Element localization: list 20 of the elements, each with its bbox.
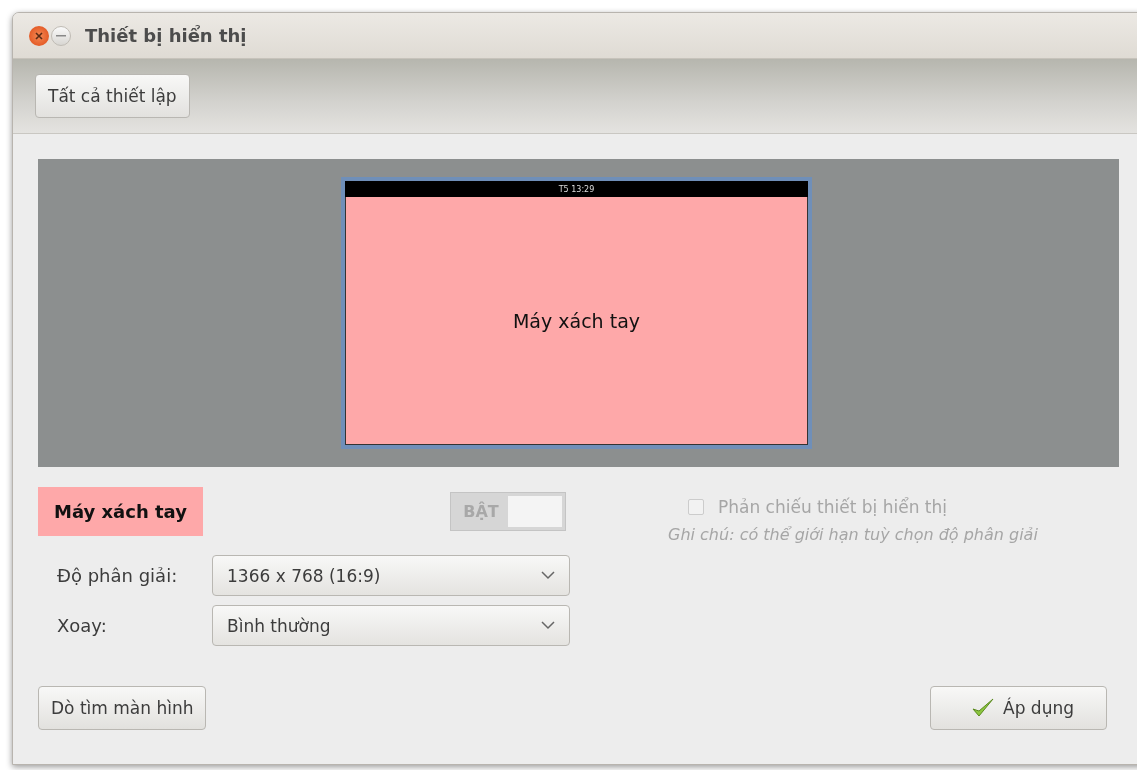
close-icon xyxy=(34,30,44,41)
detect-displays-button[interactable]: Dò tìm màn hình xyxy=(38,686,207,730)
minimize-icon xyxy=(56,34,66,37)
dropdown[interactable]: 1366 x 768 (16:9) xyxy=(212,555,570,596)
apply-button[interactable]: Áp dụng xyxy=(930,686,1107,730)
field-label: Xoay: xyxy=(56,615,108,636)
display-name: Máy xách tay xyxy=(38,487,203,536)
all-settings-button[interactable]: Tất cả thiết lập xyxy=(35,74,190,118)
mirror-label: Phản chiếu thiết bị hiển thị xyxy=(718,497,947,517)
chevron-down-icon xyxy=(541,571,555,580)
monitor-name: Máy xách tay xyxy=(512,309,641,332)
field-label: Độ phân giải: xyxy=(56,565,179,586)
panel-clock: T5 13:29 xyxy=(558,184,595,194)
close-button[interactable] xyxy=(29,25,49,46)
note-text: Ghi chú: có thể giới hạn tuỳ chọn độ phân giải xyxy=(668,525,1038,544)
dropdown[interactable]: Bình thường xyxy=(212,605,570,646)
monitor-preview[interactable]: T5 13:29 Máy xách tay xyxy=(341,177,812,449)
checkmark-icon xyxy=(971,697,996,719)
window-title: Thiết bị hiển thị xyxy=(85,25,247,46)
chevron-down-icon xyxy=(541,621,555,630)
